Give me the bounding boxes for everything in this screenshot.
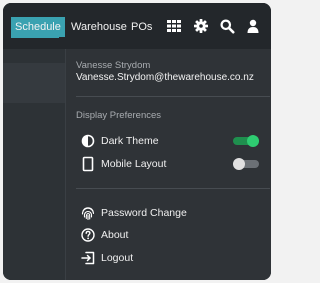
active-tab-indicator [11, 36, 59, 38]
logout-label: Logout [101, 252, 134, 264]
menu-divider [76, 96, 270, 97]
mobile-icon [80, 156, 96, 172]
panel-row [3, 63, 65, 103]
contrast-icon [80, 133, 96, 149]
user-email: Vanesse.Strydom@thewarehouse.co.nz [76, 72, 254, 83]
mobile-layout-toggle[interactable] [233, 158, 259, 170]
app-window: Schedule Warehouse POs Vanesse Strydom V… [3, 3, 271, 280]
tab-schedule[interactable]: Schedule [11, 17, 65, 37]
gear-icon[interactable] [193, 18, 209, 34]
user-dropdown-menu: Vanesse Strydom Vanesse.Strydom@thewareh… [65, 49, 271, 280]
search-icon[interactable] [219, 18, 235, 34]
top-navigation-bar: Schedule Warehouse POs [3, 3, 271, 49]
about-label: About [101, 229, 129, 241]
display-preferences-heading: Display Preferences [76, 110, 162, 121]
dark-theme-label: Dark Theme [101, 135, 159, 147]
dark-theme-toggle[interactable] [233, 135, 259, 147]
tab-warehouse[interactable]: Warehouse [67, 17, 131, 37]
user-name: Vanesse Strydom [76, 60, 151, 71]
help-circle-icon [80, 227, 96, 243]
grid-icon[interactable] [166, 18, 182, 34]
fingerprint-icon [80, 205, 96, 221]
user-icon[interactable] [245, 18, 261, 34]
mobile-layout-label: Mobile Layout [101, 158, 167, 170]
background-content-panel [3, 49, 65, 280]
logout-icon [80, 250, 96, 266]
tab-pos[interactable]: POs [127, 17, 156, 37]
menu-divider [76, 188, 270, 189]
password-change-label: Password Change [101, 207, 187, 219]
